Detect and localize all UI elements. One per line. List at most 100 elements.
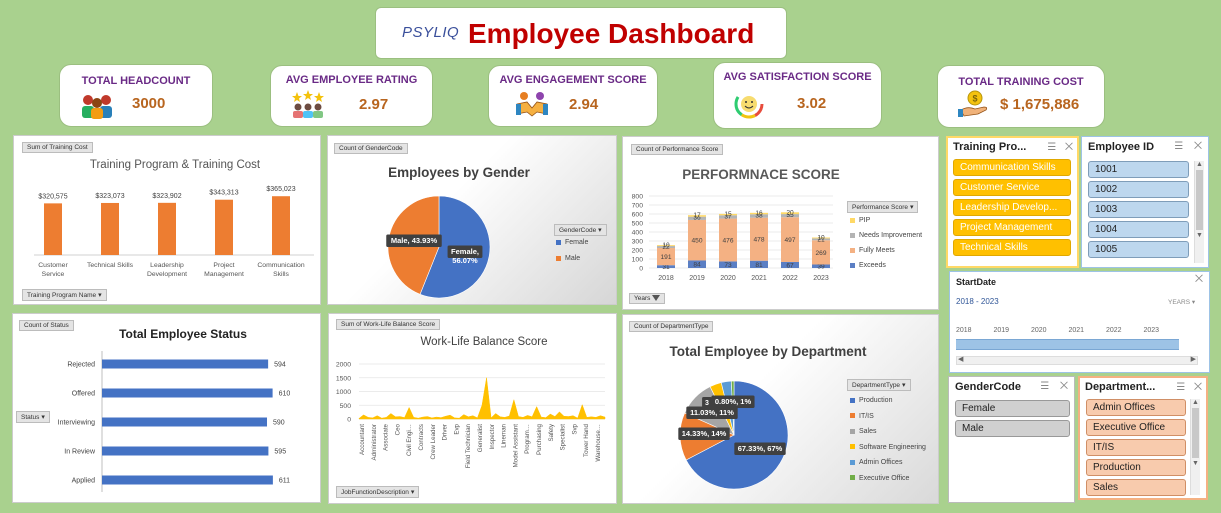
- timeline-range: 2018 - 2023: [956, 297, 999, 306]
- kpi-title: TOTAL TRAINING COST: [958, 76, 1084, 88]
- slicer-item[interactable]: IT/IS: [1086, 439, 1186, 456]
- category-label: Rejected: [67, 362, 95, 369]
- clear-filter-icon[interactable]: ⨉: [1194, 382, 1202, 393]
- bar: [102, 359, 269, 369]
- category-label: Offered: [72, 391, 95, 398]
- gender-slicer: GenderCode ☰ ⨉ Female Male: [948, 376, 1075, 503]
- legend-label: Executive Office: [859, 474, 910, 482]
- legend-label: Production: [859, 397, 893, 404]
- data-label: 56.07%: [452, 256, 478, 265]
- data-label: 191: [660, 254, 671, 261]
- category-label: Applied: [72, 478, 95, 485]
- timeline-selected-bar[interactable]: [956, 339, 1179, 350]
- kpi-card-satisfaction: AVG SATISFACTION SCORE 3.02: [713, 62, 882, 129]
- timeline-scrollbar[interactable]: ◀ ▶: [956, 356, 1198, 365]
- scrollbar[interactable]: ▲ ▼: [1194, 161, 1204, 263]
- clear-filter-icon[interactable]: ⨉: [1060, 381, 1068, 392]
- multi-select-icon[interactable]: ☰: [1176, 382, 1185, 393]
- slicer-item[interactable]: 1003: [1088, 201, 1189, 218]
- legend-item-male: Male: [556, 255, 580, 262]
- bar: [44, 203, 62, 255]
- data-label: 3: [705, 400, 709, 407]
- x-tick-label: Tower Hand: [583, 423, 590, 457]
- legend-label: Exceeds: [859, 262, 886, 269]
- department-slicer: Department... ☰ ⨉ Admin Offices Executiv…: [1078, 376, 1208, 500]
- y-tick-label: 0: [639, 266, 643, 273]
- slicer-item[interactable]: Technical Skills: [953, 239, 1071, 256]
- job-function-filter-button[interactable]: JobFunctionDescription: [336, 486, 420, 498]
- data-label: 20: [786, 209, 794, 216]
- slicer-item[interactable]: 1004: [1088, 221, 1189, 238]
- slicer-item[interactable]: Project Management: [953, 219, 1071, 236]
- x-tick-label: Specialist: [560, 424, 567, 451]
- multi-select-icon[interactable]: ☰: [1174, 141, 1183, 152]
- years-filter-button[interactable]: Years: [629, 293, 666, 304]
- data-label: 590: [273, 420, 285, 427]
- data-label: 269: [815, 250, 826, 257]
- y-tick-label: 2000: [336, 362, 351, 369]
- data-label: 497: [784, 237, 795, 244]
- category-label: Customer: [38, 262, 68, 269]
- bar: [102, 388, 273, 398]
- legend-item: Sales: [850, 428, 877, 435]
- slicer-item[interactable]: Female: [955, 400, 1070, 417]
- data-label: 16: [755, 210, 763, 217]
- data-label: 611: [279, 478, 290, 485]
- slicer-item[interactable]: Admin Offices: [1086, 399, 1186, 416]
- data-label: 39: [817, 264, 825, 271]
- data-label: 595: [274, 449, 286, 456]
- scrollbar[interactable]: ▲ ▼: [1190, 399, 1200, 495]
- slicer-item[interactable]: Production: [1086, 459, 1186, 476]
- timeline-level-dropdown[interactable]: YEARS ▾: [1168, 298, 1195, 306]
- scroll-thumb[interactable]: [1192, 408, 1199, 458]
- scroll-left-icon[interactable]: ◀: [958, 355, 963, 363]
- scroll-up-icon[interactable]: ▲: [1195, 161, 1204, 168]
- clear-filter-icon[interactable]: ⨉: [1194, 141, 1202, 152]
- slicer-item[interactable]: 1005: [1088, 241, 1189, 258]
- legend-label: Admin Offices: [859, 459, 903, 466]
- training-program-filter-button[interactable]: Training Program Name: [22, 289, 107, 301]
- scroll-thumb[interactable]: [1196, 170, 1203, 230]
- scroll-down-icon[interactable]: ▼: [1195, 232, 1204, 239]
- kpi-value: 3.02: [797, 95, 827, 112]
- multi-select-icon[interactable]: ☰: [1040, 381, 1049, 392]
- data-label: 450: [691, 238, 702, 245]
- employee-id-slicer: Employee ID ☰ ⨉ 1001 1002 1003 1004 1005…: [1081, 136, 1209, 268]
- x-tick-label: Safety: [548, 423, 555, 441]
- x-tick-label: Driver: [442, 424, 449, 441]
- chart-title: Total Employee by Department: [669, 344, 867, 359]
- legend-label: Male: [565, 255, 581, 262]
- data-label: 478: [753, 237, 764, 244]
- legend-swatch: [850, 444, 855, 450]
- scroll-right-icon[interactable]: ▶: [1191, 355, 1196, 363]
- scroll-up-icon[interactable]: ▲: [1191, 399, 1200, 406]
- legend-label: Female: [565, 239, 589, 246]
- slicer-item[interactable]: Executive Office: [1086, 419, 1186, 436]
- bar: [272, 196, 290, 255]
- slicer-item[interactable]: Sales: [1086, 479, 1186, 496]
- clear-filter-icon[interactable]: ⨉: [1065, 142, 1073, 153]
- status-filter-button[interactable]: Status: [16, 411, 50, 423]
- training-program-slicer: Training Pro... ☰ ⨉ Communication Skills…: [946, 136, 1079, 268]
- slicer-item[interactable]: Customer Service: [953, 179, 1071, 196]
- multi-select-icon[interactable]: ☰: [1047, 142, 1056, 153]
- clear-filter-icon[interactable]: ⨉: [1195, 274, 1203, 285]
- slicer-item[interactable]: Communication Skills: [953, 159, 1071, 176]
- x-tick-label: 2020: [720, 275, 736, 282]
- performance-legend-filter-button[interactable]: Performance Score: [847, 201, 919, 213]
- gender-legend-filter-button[interactable]: GenderCode: [554, 224, 607, 236]
- slicer-item[interactable]: Leadership Develop...: [953, 199, 1071, 216]
- scroll-down-icon[interactable]: ▼: [1191, 460, 1200, 467]
- department-legend-filter-button[interactable]: DepartmentType: [847, 379, 911, 391]
- x-tick-label: Accountant: [359, 424, 366, 455]
- years-filter-label: Years: [634, 295, 651, 302]
- slicer-item[interactable]: Male: [955, 420, 1070, 437]
- slicer-item[interactable]: 1001: [1088, 161, 1189, 178]
- category-label: Development: [147, 271, 187, 278]
- data-label: 15: [724, 211, 732, 218]
- worklife-chart-panel: Sum of Work-Life Balance Score Work-Life…: [328, 313, 617, 504]
- legend-item: Needs Improvement: [850, 232, 922, 239]
- category-label: Communication: [257, 262, 304, 269]
- bar: [102, 446, 269, 456]
- slicer-item[interactable]: 1002: [1088, 181, 1189, 198]
